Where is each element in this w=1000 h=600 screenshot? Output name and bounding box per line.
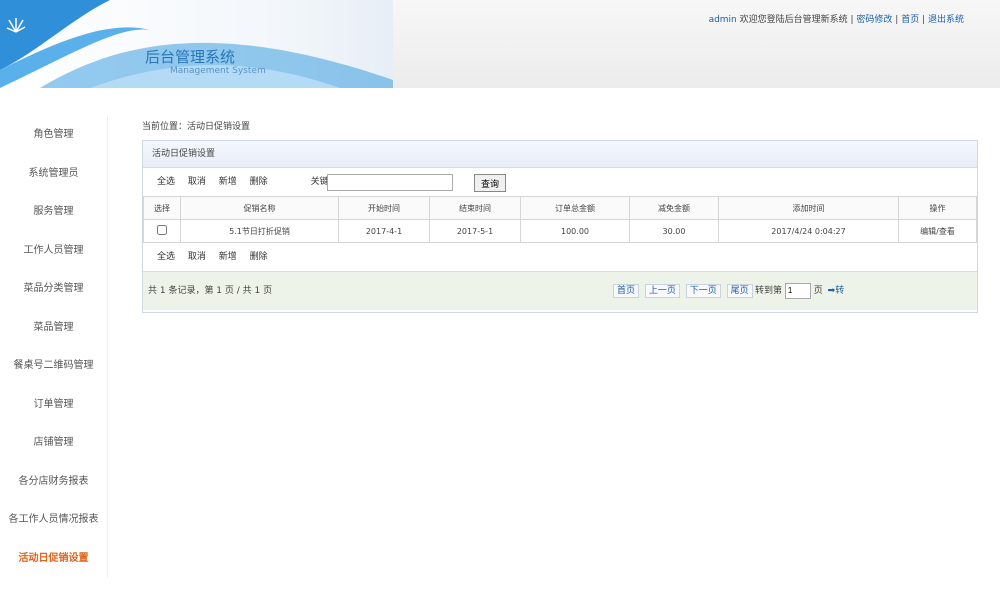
row-checkbox[interactable] (157, 225, 167, 235)
app-title: 后台管理系统 (145, 48, 236, 66)
change-password-link[interactable]: 密码修改 (856, 15, 892, 25)
bottom-delete-button[interactable]: 删除 (250, 252, 268, 262)
query-button[interactable]: 查询 (474, 174, 507, 192)
sidebar-item-table-qrcodes[interactable]: 餐桌号二维码管理 (0, 347, 108, 386)
sidebar-item-dishes[interactable]: 菜品管理 (0, 308, 108, 347)
sidebar-item-staff-report[interactable]: 各工作人员情况报表 (0, 501, 108, 540)
sidebar-item-branch-finance[interactable]: 各分店财务报表 (0, 462, 108, 501)
cell-end: 2017-5-1 (429, 219, 521, 243)
col-added: 添加时间 (718, 196, 899, 220)
logout-link[interactable]: 退出系统 (928, 15, 964, 25)
app-subtitle: Management System (170, 66, 266, 76)
sidebar-item-dish-categories[interactable]: 菜品分类管理 (0, 270, 108, 309)
sidebar-item-staff[interactable]: 工作人员管理 (0, 231, 108, 270)
delete-button[interactable]: 删除 (250, 177, 268, 187)
cell-total: 100.00 (520, 219, 630, 243)
goto-page-input[interactable] (784, 282, 811, 299)
keyword-input[interactable] (327, 174, 453, 191)
promotion-table: 选择 促销名称 开始时间 结束时间 订单总金额 减免金额 添加时间 操作 5.1… (143, 196, 977, 243)
sidebar-item-admins[interactable]: 系统管理员 (0, 154, 108, 193)
select-all-button[interactable]: 全选 (157, 177, 175, 187)
bottom-select-all-button[interactable]: 全选 (157, 252, 175, 262)
col-select: 选择 (143, 196, 181, 220)
cancel-button[interactable]: 取消 (188, 177, 206, 187)
table-row: 5.1节日打折促销 2017-4-1 2017-5-1 100.00 30.00… (143, 219, 977, 243)
goto-label: 转到第 (755, 286, 783, 296)
row-select-cell (143, 219, 181, 243)
add-button[interactable]: 新增 (219, 177, 237, 187)
col-end: 结束时间 (429, 196, 521, 220)
brand-banner: 后台管理系统 Management System (0, 0, 393, 88)
cell-start: 2017-4-1 (338, 219, 430, 243)
promotion-panel: 活动日促销设置 全选 取消 新增 删除 关键字: 查询 选择 促销名称 开始时间… (142, 140, 978, 313)
top-user-bar: admin 欢迎您登陆后台管理新系统 | 密码修改 | 首页 | 退出系统 (708, 15, 964, 25)
sidebar-item-roles[interactable]: 角色管理 (0, 116, 108, 155)
last-page-link[interactable]: 尾页 (726, 284, 753, 298)
page-suffix: 页 (813, 286, 823, 296)
bottom-toolbar: 全选 取消 新增 删除 (143, 243, 977, 271)
col-total: 订单总金额 (520, 196, 630, 220)
pager-links: 首页 上一页 下一页 尾页 (613, 272, 756, 310)
sidebar: 角色管理 系统管理员 服务管理 工作人员管理 菜品分类管理 菜品管理 餐桌号二维… (0, 116, 108, 600)
col-start: 开始时间 (338, 196, 430, 220)
goto-button[interactable]: ➡转 (828, 286, 845, 296)
sidebar-item-promotions[interactable]: 活动日促销设置 (0, 539, 108, 578)
edit-view-link[interactable]: 编辑/查看 (898, 219, 977, 243)
bottom-add-button[interactable]: 新增 (219, 252, 237, 262)
sidebar-item-orders[interactable]: 订单管理 (0, 385, 108, 424)
prev-page-link[interactable]: 上一页 (644, 284, 680, 298)
pager-summary: 共 1 条记录，第 1 页 / 共 1 页 (148, 286, 273, 296)
col-action: 操作 (898, 196, 977, 220)
home-link[interactable]: 首页 (901, 15, 919, 25)
sidebar-item-stores[interactable]: 店铺管理 (0, 424, 108, 463)
bottom-cancel-button[interactable]: 取消 (188, 252, 206, 262)
welcome-text: 欢迎您登陆后台管理新系统 | (739, 15, 854, 25)
col-discount: 减免金额 (629, 196, 719, 220)
cell-added: 2017/4/24 0:04:27 (718, 219, 899, 243)
panel-title: 活动日促销设置 (143, 141, 977, 168)
goto-page: 转到第 页 ➡转 (755, 272, 844, 310)
next-page-link[interactable]: 下一页 (685, 284, 721, 298)
breadcrumb: 当前位置：活动日促销设置 (142, 122, 251, 132)
table-header-row: 选择 促销名称 开始时间 结束时间 订单总金额 减免金额 添加时间 操作 (143, 196, 977, 220)
col-name: 促销名称 (180, 196, 339, 220)
cell-discount: 30.00 (629, 219, 719, 243)
username: admin (708, 15, 737, 25)
top-toolbar: 全选 取消 新增 删除 关键字: 查询 (143, 168, 977, 196)
cell-name: 5.1节日打折促销 (180, 219, 339, 243)
header: 后台管理系统 Management System admin 欢迎您登陆后台管理… (0, 0, 1000, 88)
sidebar-item-services[interactable]: 服务管理 (0, 193, 108, 232)
first-page-link[interactable]: 首页 (613, 284, 640, 298)
pager: 共 1 条记录，第 1 页 / 共 1 页 首页 上一页 下一页 尾页 转到第 … (143, 271, 977, 310)
